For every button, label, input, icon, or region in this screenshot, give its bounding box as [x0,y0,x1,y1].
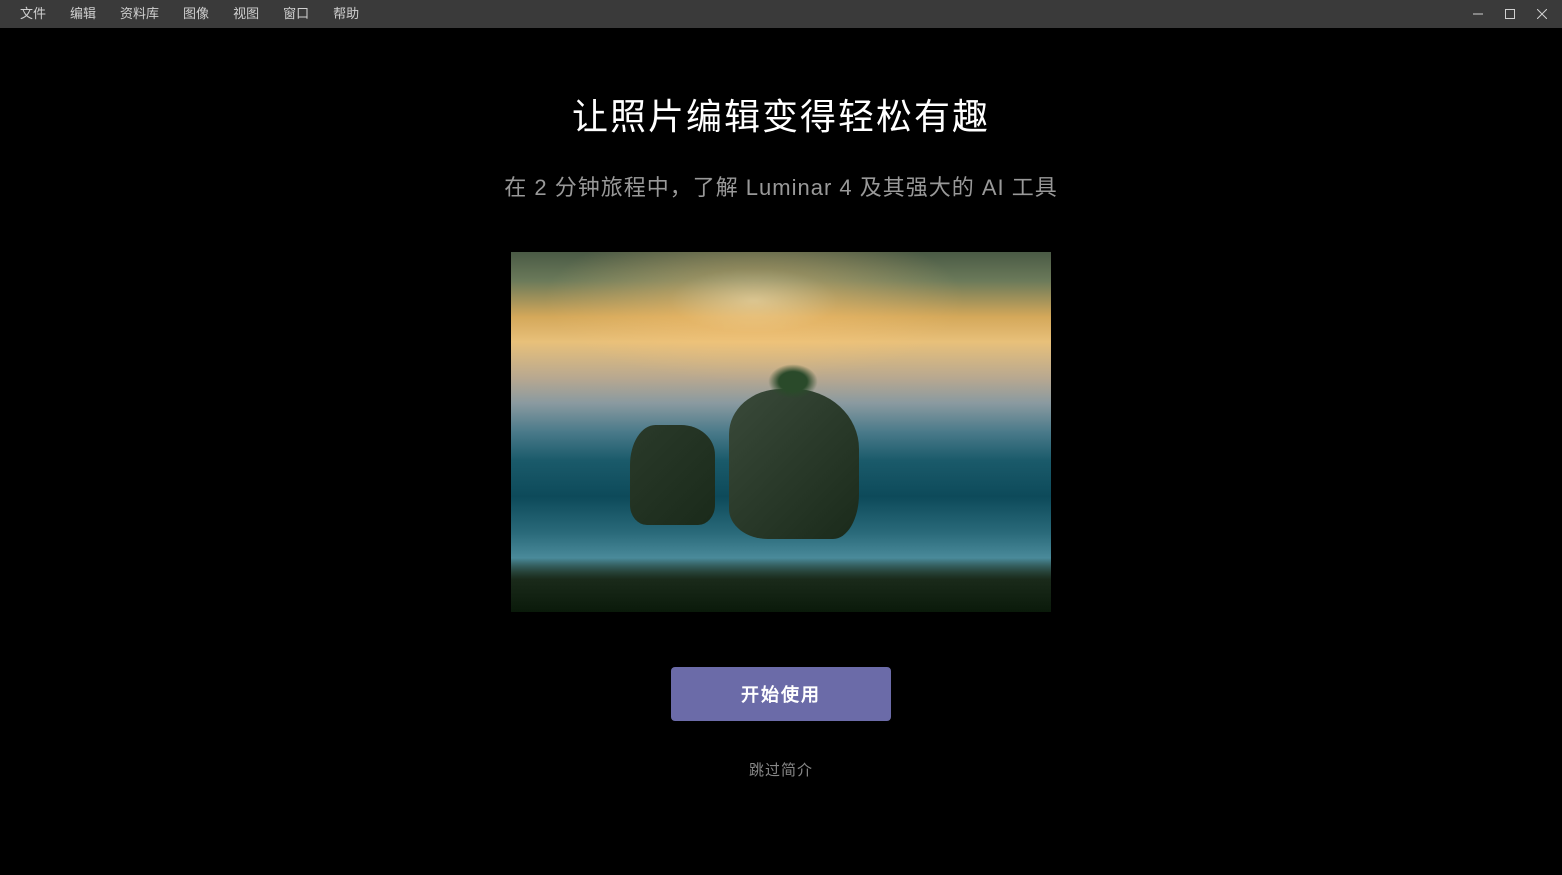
minimize-icon [1473,9,1483,19]
page-subtitle: 在 2 分钟旅程中，了解 Luminar 4 及其强大的 AI 工具 [504,170,1058,202]
menu-library[interactable]: 资料库 [108,0,171,28]
menu-items: 文件 编辑 资料库 图像 视图 窗口 帮助 [8,0,371,28]
hero-rock-decoration [630,425,715,525]
page-title: 让照片编辑变得轻松有趣 [572,88,990,140]
hero-foreground-decoration [511,558,1051,612]
close-button[interactable] [1526,0,1558,28]
hero-rock-decoration [729,389,859,539]
minimize-button[interactable] [1462,0,1494,28]
menubar: 文件 编辑 资料库 图像 视图 窗口 帮助 [0,0,1562,28]
close-icon [1537,9,1547,19]
window-controls [1462,0,1558,28]
start-button[interactable]: 开始使用 [671,667,891,721]
menu-view[interactable]: 视图 [221,0,271,28]
maximize-button[interactable] [1494,0,1526,28]
maximize-icon [1505,9,1515,19]
menu-edit[interactable]: 编辑 [58,0,108,28]
menu-image[interactable]: 图像 [171,0,221,28]
onboarding-content: 让照片编辑变得轻松有趣 在 2 分钟旅程中，了解 Luminar 4 及其强大的… [0,28,1562,780]
menu-file[interactable]: 文件 [8,0,58,28]
menu-window[interactable]: 窗口 [271,0,321,28]
menu-help[interactable]: 帮助 [321,0,371,28]
skip-intro-link[interactable]: 跳过简介 [749,759,813,780]
hero-image [511,252,1051,612]
